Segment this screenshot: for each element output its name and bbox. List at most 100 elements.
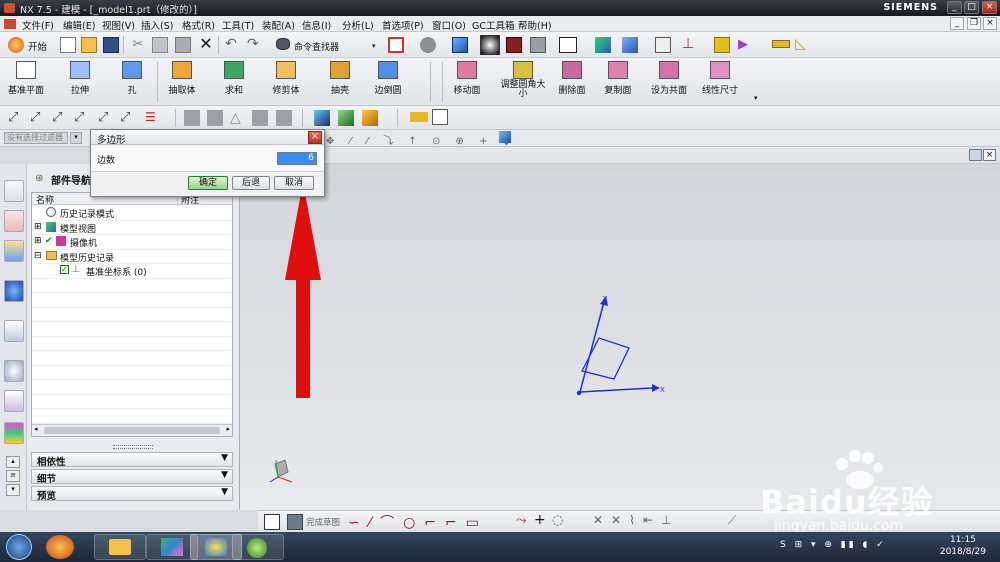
menu-view[interactable]: 视图(V) <box>102 18 135 32</box>
make-coplanar-button[interactable]: 设为共面 <box>647 61 691 103</box>
pin-icon[interactable]: ⊛ <box>35 173 43 184</box>
delete-face-button[interactable]: 删除面 <box>550 61 594 103</box>
pmi-icon[interactable] <box>410 112 428 122</box>
dialog-close-button[interactable]: × <box>308 131 322 144</box>
assembly-navigator-icon[interactable] <box>4 180 24 202</box>
extrude-button[interactable]: 拉伸 <box>58 61 102 103</box>
coordinate-icon[interactable]: ⊥ <box>682 37 698 53</box>
scroll-middle-button[interactable]: ≡ <box>6 470 20 482</box>
assembly-icon[interactable] <box>314 110 330 126</box>
scroll-down-button[interactable]: ▾ <box>6 484 20 496</box>
menu-insert[interactable]: 插入(S) <box>141 18 173 32</box>
section-preview[interactable]: 预览 ▼ <box>31 486 233 502</box>
constraint-icons[interactable]: ✕✕⌇⇤⊥ <box>593 513 679 527</box>
sketch-icon[interactable] <box>264 514 280 530</box>
windows-start-icon[interactable] <box>6 534 32 560</box>
open-folder-icon[interactable] <box>81 37 97 53</box>
finish-sketch-button[interactable]: 完成草图 <box>306 516 340 528</box>
back-button[interactable]: 后退 <box>232 176 270 190</box>
copy-icon[interactable] <box>152 37 168 53</box>
save-icon[interactable] <box>103 37 119 53</box>
paste-icon[interactable] <box>175 37 191 53</box>
tree-row-history-mode[interactable]: 历史记录模式 <box>32 206 232 221</box>
measure-angle-icon[interactable]: ◺ <box>795 37 811 53</box>
new-file-icon[interactable] <box>60 37 76 53</box>
linear-dimension-button[interactable]: 线性尺寸 <box>698 61 742 103</box>
fillet-icon[interactable]: ⤳ <box>516 513 526 528</box>
resize-blend-button[interactable]: 调整圆角大小 <box>497 61 549 103</box>
checkmark-icon[interactable]: ✔ <box>45 236 53 246</box>
snap-view-icon[interactable] <box>595 37 611 53</box>
chevron-down-icon[interactable]: ▾ <box>70 132 82 144</box>
rotate-view-icon[interactable] <box>420 37 436 53</box>
menu-assembly[interactable]: 装配(A) <box>262 18 295 32</box>
shell-button[interactable]: 抽壳 <box>318 61 362 103</box>
expand-icon[interactable]: ⊞ <box>34 222 42 232</box>
menu-gc-toolbox[interactable]: GC工具箱 <box>472 18 515 32</box>
palette-icon[interactable] <box>4 422 24 444</box>
reuse-library-icon[interactable] <box>4 240 24 262</box>
sync-face-icon[interactable]: ⤢ <box>30 110 46 126</box>
sync-face-icon[interactable]: ⤢ <box>52 110 68 126</box>
sides-input[interactable]: 6 <box>277 152 317 165</box>
taskbar-explorer[interactable] <box>94 534 146 560</box>
column-name[interactable]: 名称 <box>36 193 54 206</box>
delete-icon[interactable]: ✕ <box>198 36 214 52</box>
tray-icons[interactable]: S ⊞ ▾ ⊕ ▮▮ ◖ ✓ <box>780 540 887 550</box>
edge-blend-button[interactable]: 边倒圆 <box>366 61 410 103</box>
datum-csys[interactable]: X Y <box>576 295 665 396</box>
selection-filter-dropdown[interactable]: 没有选择过滤器 <box>4 132 68 144</box>
horizontal-scrollbar[interactable]: ◂ ▸ <box>32 424 232 436</box>
menu-format[interactable]: 格式(R) <box>182 18 215 32</box>
app-icon[interactable] <box>46 535 74 559</box>
datum-plane-button[interactable]: 基准平面 <box>4 61 48 103</box>
expand-icon[interactable]: ⊞ <box>34 236 42 246</box>
wcs-icon[interactable] <box>655 37 671 53</box>
chevron-down-icon[interactable]: ▾ <box>372 42 376 50</box>
section-view-icon[interactable] <box>506 37 522 53</box>
start-icon[interactable] <box>8 37 24 53</box>
scroll-right-icon[interactable]: ▸ <box>226 425 230 433</box>
cut-icon[interactable]: ✂ <box>130 37 146 53</box>
extract-body-button[interactable]: 抽取体 <box>160 61 204 103</box>
chevron-down-icon[interactable]: ▼ <box>221 487 228 497</box>
scroll-left-icon[interactable]: ◂ <box>34 425 38 433</box>
part-navigator-icon[interactable] <box>4 210 24 232</box>
sync-face-icon[interactable]: ⤢ <box>120 110 136 126</box>
move-face-button[interactable]: 移动面 <box>445 61 489 103</box>
scroll-up-button[interactable]: ▴ <box>6 456 20 468</box>
sync-face-icon[interactable]: ⤢ <box>98 110 114 126</box>
view-close-icon[interactable]: × <box>983 149 996 161</box>
orient-view-icon[interactable] <box>452 37 468 53</box>
trim-body-button[interactable]: 修剪体 <box>264 61 308 103</box>
offset-icon[interactable]: ◌ <box>552 513 563 528</box>
doc-restore-button[interactable]: ❐ <box>967 17 981 30</box>
chevron-down-icon[interactable]: ▼ <box>221 470 228 480</box>
hole-button[interactable]: 孔 <box>110 61 154 103</box>
cancel-button[interactable]: 取消 <box>274 176 314 190</box>
snap-cube-icon[interactable] <box>499 131 511 143</box>
chevron-down-icon[interactable]: ▾ <box>754 94 758 102</box>
splitter-grip[interactable] <box>113 445 153 449</box>
tree-row-model-history[interactable]: ⊟ 模型历史记录 <box>32 250 232 264</box>
redo-icon[interactable]: ↷ <box>247 37 263 53</box>
dialog-title-bar[interactable]: 多边形 × <box>91 130 324 146</box>
maximize-button[interactable]: □ <box>964 1 979 14</box>
list-icon[interactable]: ☰ <box>145 110 161 126</box>
start-button[interactable]: 开始 <box>28 39 47 53</box>
view-tile-icon[interactable] <box>969 149 982 161</box>
section-dependencies[interactable]: 相依性 ▼ <box>31 452 233 468</box>
sync-face-icon[interactable]: ⤢ <box>74 110 90 126</box>
command-finder-button[interactable]: 命令查找器 <box>294 40 339 53</box>
collapse-icon[interactable]: ⊟ <box>34 251 42 261</box>
menu-tools[interactable]: 工具(T) <box>222 18 254 32</box>
fit-view-icon[interactable] <box>388 37 404 53</box>
menu-window[interactable]: 窗口(O) <box>432 18 466 32</box>
analysis-icon[interactable] <box>714 37 730 53</box>
close-button[interactable]: × <box>982 1 997 14</box>
snap-point-icons[interactable]: ✥ ⁄ ⁄ ⤵ ↑ ⊙ ⊕ + ◆ <box>326 132 516 147</box>
ok-button[interactable]: 确定 <box>188 176 228 190</box>
layer-icon[interactable] <box>622 37 638 53</box>
command-finder-icon[interactable] <box>276 38 290 50</box>
tree-row-datum-csys[interactable]: ✓ ⊥ 基准坐标系 (0) <box>32 264 232 279</box>
